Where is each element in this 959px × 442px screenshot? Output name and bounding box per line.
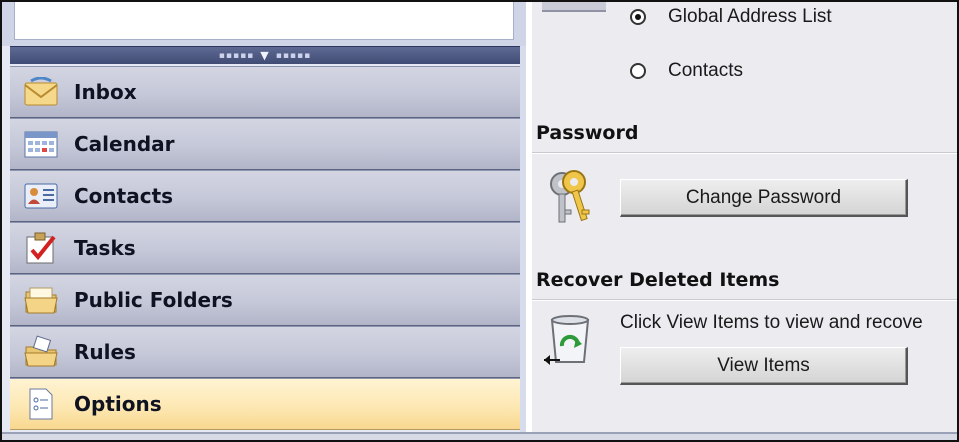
- nav-item-public-folders[interactable]: Public Folders: [10, 274, 520, 326]
- status-bar: [2, 432, 957, 440]
- owa-window: ▪▪▪▪▪ ▼ ▪▪▪▪▪ Inbox Calendar Contacts Ta…: [0, 0, 959, 442]
- keys-icon: [542, 166, 598, 232]
- address-book-icon-fragment: [542, 2, 606, 12]
- calendar-icon: [22, 125, 60, 163]
- nav-item-label: Inbox: [74, 80, 137, 104]
- nav-item-label: Options: [74, 392, 162, 416]
- radio-contacts[interactable]: Contacts: [630, 60, 743, 82]
- section-title-password: Password: [536, 122, 639, 144]
- section-divider: [532, 299, 957, 301]
- grip-dots-left: ▪▪▪▪▪: [218, 50, 255, 61]
- rules-icon: [22, 333, 60, 371]
- radio-label: Global Address List: [668, 6, 832, 27]
- nav-item-label: Contacts: [74, 184, 174, 208]
- nav-item-label: Tasks: [74, 236, 136, 260]
- public-folders-icon: [22, 281, 60, 319]
- section-divider: [532, 152, 957, 154]
- radio-button[interactable]: [630, 9, 646, 25]
- radio-label: Contacts: [668, 60, 743, 81]
- radio-global-address-list[interactable]: Global Address List: [630, 6, 832, 28]
- navigation-pane: ▪▪▪▪▪ ▼ ▪▪▪▪▪ Inbox Calendar Contacts Ta…: [2, 2, 526, 432]
- nav-item-rules[interactable]: Rules: [10, 326, 520, 378]
- contacts-icon: [22, 177, 60, 215]
- nav-item-calendar[interactable]: Calendar: [10, 118, 520, 170]
- nav-item-inbox[interactable]: Inbox: [10, 66, 520, 118]
- section-title-recover-deleted-items: Recover Deleted Items: [536, 269, 780, 291]
- grip-dots-right: ▪▪▪▪▪: [275, 50, 312, 61]
- nav-item-label: Rules: [74, 340, 136, 364]
- chevron-down-icon[interactable]: ▼: [260, 49, 269, 62]
- splitter-grip[interactable]: ▪▪▪▪▪ ▼ ▪▪▪▪▪: [10, 46, 520, 64]
- nav-item-tasks[interactable]: Tasks: [10, 222, 520, 274]
- inbox-icon: [22, 73, 60, 111]
- view-items-button[interactable]: View Items: [620, 347, 908, 385]
- nav-item-contacts[interactable]: Contacts: [10, 170, 520, 222]
- nav-item-label: Public Folders: [74, 288, 233, 312]
- recover-description: Click View Items to view and recove: [620, 312, 923, 333]
- nav-item-label: Calendar: [74, 132, 175, 156]
- recycle-bin-icon: [542, 312, 598, 376]
- change-password-button[interactable]: Change Password: [620, 179, 908, 217]
- options-content-pane: Global Address List Contacts Password Ch…: [532, 2, 957, 432]
- tasks-icon: [22, 229, 60, 267]
- options-icon: [22, 385, 60, 423]
- nav-item-options[interactable]: Options: [10, 378, 520, 430]
- folder-list-box[interactable]: [14, 2, 514, 40]
- radio-button[interactable]: [630, 63, 646, 79]
